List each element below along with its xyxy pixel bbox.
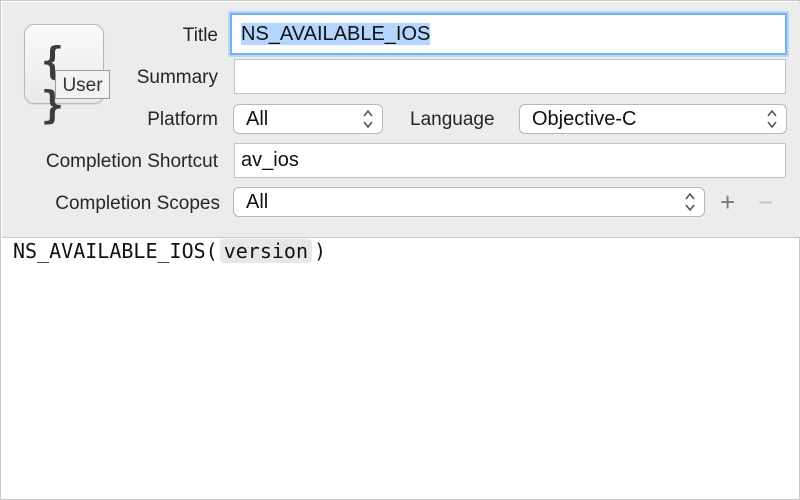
summary-field[interactable]: [234, 59, 786, 94]
up-down-chevron-icon: [685, 192, 695, 212]
completion-scopes-popup[interactable]: All: [233, 187, 705, 217]
code-text-prefix: NS_AVAILABLE_IOS(: [13, 239, 218, 263]
platform-popup-value: All: [246, 108, 269, 130]
completion-shortcut-label: Completion Shortcut: [45, 151, 218, 172]
completion-scopes-label: Completion Scopes: [55, 193, 220, 214]
language-label: Language: [410, 109, 495, 130]
language-popup-value: Objective-C: [532, 108, 637, 130]
title-field-value: NS_AVAILABLE_IOS: [241, 23, 431, 45]
up-down-chevron-icon: [363, 109, 373, 129]
title-label: Title: [182, 25, 218, 46]
up-down-chevron-icon: [767, 109, 777, 129]
snippet-code-editor[interactable]: NS_AVAILABLE_IOS(version): [13, 239, 326, 263]
user-badge-tooltip: User: [55, 70, 110, 99]
summary-label: Summary: [136, 67, 218, 88]
remove-scope-button[interactable]: −: [758, 189, 773, 215]
code-text-suffix: ): [314, 239, 327, 263]
snippet-editor: { } User Title NS_AVAILABLE_IOS Summary …: [0, 0, 800, 500]
title-field[interactable]: NS_AVAILABLE_IOS: [230, 13, 787, 55]
language-popup[interactable]: Objective-C: [519, 104, 787, 134]
platform-label: Platform: [147, 109, 218, 130]
completion-shortcut-field[interactable]: av_ios: [234, 143, 786, 178]
snippet-properties-header: { } User Title NS_AVAILABLE_IOS Summary …: [2, 2, 800, 238]
add-scope-button[interactable]: +: [720, 189, 735, 215]
platform-popup[interactable]: All: [233, 104, 383, 134]
completion-scopes-popup-value: All: [246, 191, 269, 213]
placeholder-token-version[interactable]: version: [219, 239, 312, 263]
